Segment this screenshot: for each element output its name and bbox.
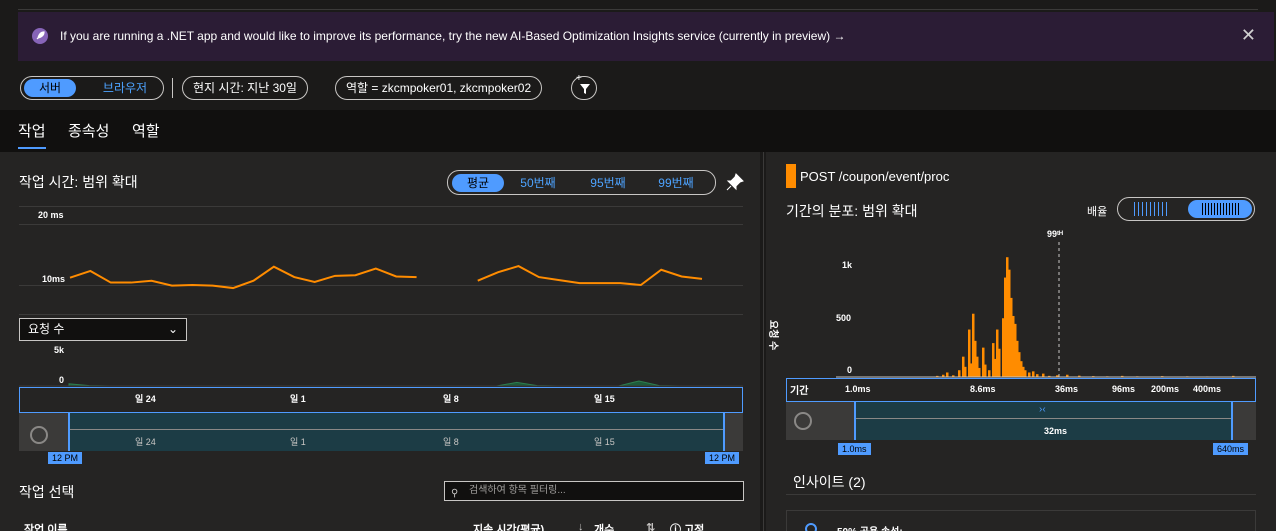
toggle-server[interactable]: 서버	[24, 79, 76, 97]
operation-color-swatch	[786, 164, 796, 188]
collapse-icon[interactable]: ›‹	[1039, 404, 1046, 415]
histogram-bar	[1028, 372, 1031, 377]
banner-message[interactable]: If you are running a .NET app and would …	[60, 29, 845, 43]
requests-area	[68, 380, 700, 387]
column-operation-name[interactable]: 작업 이름	[24, 521, 68, 531]
duration-chart-title: 작업 시간: 범위 확대	[19, 174, 138, 190]
search-placeholder: 검색하여 항목 필터링...	[469, 485, 566, 496]
dropdown-label: 요청 수	[28, 322, 65, 336]
donut-icon	[805, 523, 817, 531]
pin-icon[interactable]	[726, 173, 744, 191]
panel-divider	[763, 152, 764, 531]
brush-date-tick: 일 1	[290, 437, 306, 447]
app-root: If you are running a .NET app and would …	[0, 0, 1276, 531]
distribution-histogram	[836, 242, 1256, 378]
linear-scale-icon[interactable]	[1134, 202, 1170, 216]
tab-dependencies[interactable]: 종속성	[68, 120, 109, 141]
insight-card-label: 50% 공용 속성:	[837, 523, 903, 531]
column-count[interactable]: 개수	[594, 521, 614, 531]
histogram-bar	[1032, 371, 1035, 377]
insight-card[interactable]: 50% 공용 속성:	[786, 510, 1256, 531]
dist-handle-right[interactable]	[1231, 402, 1233, 440]
duration-line-chart	[69, 265, 703, 290]
filter-icon	[580, 84, 590, 94]
histogram-bar	[964, 366, 967, 377]
reset-zoom-icon[interactable]	[30, 426, 48, 444]
brush-date-tick: 일 15	[594, 437, 615, 447]
timeline-box	[19, 387, 743, 413]
brush-handle-right[interactable]	[723, 413, 725, 451]
segment-p99[interactable]: 99번째	[648, 174, 704, 192]
dist-brush-right	[1232, 402, 1256, 440]
close-icon[interactable]: ✕	[1241, 26, 1256, 44]
tabs-bar	[0, 110, 1276, 152]
time-range-pill[interactable]: 현지 시간: 지난 30일	[182, 76, 308, 100]
toolbar-separator	[172, 78, 173, 98]
column-pin-label: 고정	[684, 524, 705, 531]
date-tick: 일 1	[290, 394, 306, 404]
search-input[interactable]: ⚲ 검색하여 항목 필터링...	[444, 481, 744, 501]
sort-icon[interactable]: ↓	[578, 521, 584, 531]
dist-handle-left[interactable]	[854, 402, 856, 440]
histogram-bar	[946, 372, 949, 377]
histogram-bar	[958, 370, 961, 377]
duration-series-line	[69, 265, 417, 290]
tab-roles[interactable]: 역할	[132, 120, 160, 141]
chevron-down-icon: ⌄	[167, 322, 178, 336]
histogram-bar	[1042, 373, 1045, 377]
brush-start-label: 12 PM	[48, 452, 83, 464]
distribution-title: 기간의 분포: 범위 확대	[786, 203, 918, 219]
operation-name: POST /coupon/event/proc	[800, 169, 950, 184]
insights-title: 인사이트 (2)	[793, 474, 866, 490]
role-filter-pill[interactable]: 역할 = zkcmpoker01, zkcmpoker02	[335, 76, 543, 100]
toggle-browser[interactable]: 브라우저	[91, 79, 159, 97]
histogram-bar	[1024, 370, 1027, 377]
column-duration[interactable]: 지속 시간(평균)	[473, 521, 544, 531]
percentile-selector[interactable]: 평균 50번째 95번째 99번째	[447, 170, 716, 195]
date-tick: 일 24	[135, 394, 156, 404]
segment-p95[interactable]: 95번째	[580, 174, 636, 192]
dist-brush-track	[855, 418, 1232, 419]
brush-date-tick: 일 8	[443, 437, 459, 447]
segment-average[interactable]: 평균	[452, 174, 504, 192]
scale-toggle[interactable]	[1117, 197, 1255, 221]
brush-end-label: 12 PM	[705, 452, 740, 464]
dist-brush-start-label: 1.0ms	[838, 443, 871, 455]
dist-brush-end-label: 640ms	[1213, 443, 1249, 455]
histogram-bar	[978, 367, 981, 377]
scale-label: 배율	[1087, 206, 1108, 218]
histogram-bar	[988, 370, 991, 377]
insights-divider	[786, 494, 1256, 495]
rocket-icon	[32, 28, 48, 44]
date-tick: 일 15	[594, 394, 615, 404]
brush-handle-left[interactable]	[68, 413, 70, 451]
requests-area-chart	[19, 380, 743, 387]
histogram-bar	[998, 348, 1001, 377]
distribution-axis-box	[786, 378, 1256, 402]
segment-p50[interactable]: 50번째	[512, 174, 564, 192]
tab-operations[interactable]: 작업	[18, 120, 46, 149]
server-browser-toggle[interactable]: 서버 브라우저	[20, 76, 164, 100]
operation-select-title: 작업 선택	[19, 484, 75, 500]
add-filter-button[interactable]: +	[571, 73, 597, 100]
column-pin[interactable]: ⓘ 고정	[670, 521, 704, 531]
brush-unselected-right	[724, 413, 743, 451]
log-scale-icon	[1202, 203, 1240, 215]
histogram-bar	[984, 364, 987, 377]
log-scale-option[interactable]	[1188, 200, 1252, 218]
brush-selection[interactable]	[69, 413, 724, 451]
top-divider	[18, 0, 1258, 10]
duration-series-line	[477, 265, 703, 287]
dist-brush-mid-label: 32ms	[1044, 426, 1068, 436]
brush-track	[69, 429, 724, 430]
search-icon: ⚲	[451, 488, 459, 499]
brush-date-tick: 일 24	[135, 437, 156, 447]
reset-zoom-icon[interactable]	[794, 412, 812, 430]
metric-dropdown[interactable]: 요청 수 ⌄	[19, 318, 187, 341]
sort-icon[interactable]: ⇅	[646, 521, 655, 531]
date-tick: 일 8	[443, 394, 459, 404]
info-banner: If you are running a .NET app and would …	[18, 12, 1274, 61]
